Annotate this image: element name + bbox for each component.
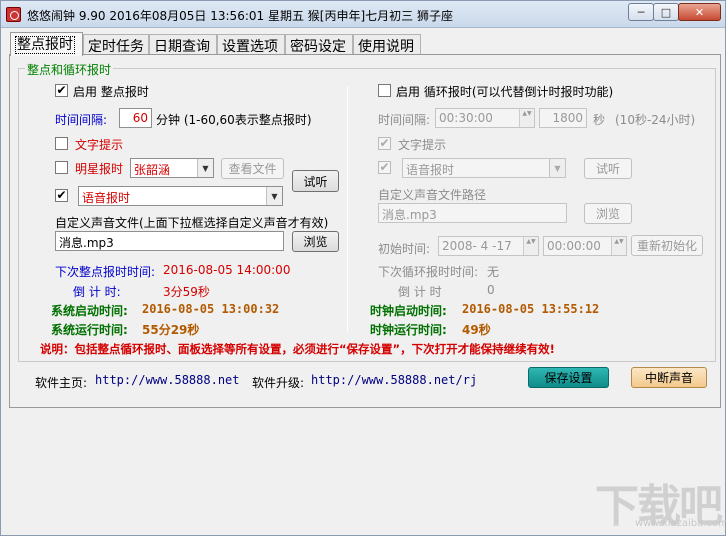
sys-start-value: 2016-08-05 13:00:32 bbox=[142, 302, 280, 316]
clock-run-label: 时钟运行时间: bbox=[370, 323, 447, 337]
chevron-down-icon[interactable]: ▼ bbox=[549, 159, 565, 177]
stop-sound-button[interactable]: 中断声音 bbox=[631, 367, 707, 388]
range-hint: (10秒-24小时) bbox=[615, 113, 696, 127]
browse-button[interactable]: 浏览 bbox=[292, 231, 339, 252]
cycle-listen-button[interactable]: 试听 bbox=[584, 158, 632, 179]
minimize-button[interactable]: ─ bbox=[628, 3, 654, 21]
title-bar[interactable]: 悠悠闹钟 9.90 2016年08月05日 13:56:01 星期五 猴[丙申年… bbox=[1, 1, 725, 28]
watermark-url: www.xiazaiba.com bbox=[635, 518, 726, 529]
text-prompt-checkbox[interactable] bbox=[55, 137, 68, 150]
cycle-custom-file-input[interactable]: 消息.mp3 bbox=[378, 203, 567, 223]
voice-report-checkbox[interactable]: ✔ bbox=[55, 189, 68, 202]
column-divider bbox=[347, 86, 348, 332]
seconds-unit: 秒 bbox=[593, 113, 606, 127]
group-title: 整点和循环报时 bbox=[25, 61, 114, 78]
custom-file-input[interactable]: 消息.mp3 bbox=[55, 231, 284, 251]
sys-start-label: 系统启动时间: bbox=[51, 304, 128, 318]
next-hourly-label: 下次整点报时时间: bbox=[55, 265, 156, 279]
next-hourly-value: 2016-08-05 14:00:00 bbox=[163, 263, 291, 277]
cycle-countdown-label: 倒 计 时 bbox=[398, 285, 442, 299]
star-select[interactable]: 张韶涵 ▼ bbox=[130, 158, 214, 178]
clock-icon bbox=[6, 7, 21, 22]
star-report-checkbox[interactable] bbox=[55, 161, 68, 174]
init-date-input[interactable]: 2008- 4 -17 ▲▼ bbox=[438, 236, 539, 256]
enable-hourly-checkbox[interactable]: ✔ bbox=[55, 84, 68, 97]
upgrade-label: 软件升级: bbox=[252, 376, 305, 390]
tab-password[interactable]: 密码设定 bbox=[285, 34, 353, 55]
voice-select-value: 语音报时 bbox=[82, 191, 131, 205]
custom-file-label: 自定义声音文件(上面下拉框选择自定义声音才有效) bbox=[55, 216, 329, 230]
enable-hourly-label: 启用 整点报时 bbox=[73, 85, 149, 99]
upgrade-link[interactable]: http://www.58888.net/rj bbox=[311, 373, 477, 387]
interval-unit-text: 分钟 (1-60,60表示整点报时) bbox=[156, 113, 312, 127]
cycle-interval-time-input[interactable]: 00:30:00 ▲▼ bbox=[435, 108, 535, 128]
voice-select[interactable]: 语音报时 ▼ bbox=[78, 186, 283, 206]
listen-button[interactable]: 试听 bbox=[292, 170, 339, 192]
cycle-voice-select-value: 语音报时 bbox=[406, 163, 455, 177]
tab-timed-tasks[interactable]: 定时任务 bbox=[83, 34, 149, 55]
maximize-button[interactable]: □ bbox=[653, 3, 679, 21]
cycle-countdown-value: 0 bbox=[487, 283, 495, 297]
close-button[interactable]: ✕ bbox=[678, 3, 721, 21]
cycle-interval-time-value: 00:30:00 bbox=[439, 111, 493, 125]
init-time-label: 初始时间: bbox=[378, 242, 431, 256]
window-title: 悠悠闹钟 9.90 2016年08月05日 13:56:01 星期五 猴[丙申年… bbox=[27, 9, 453, 23]
star-select-value: 张韶涵 bbox=[134, 163, 171, 177]
save-settings-button[interactable]: 保存设置 bbox=[528, 367, 609, 388]
interval-minutes-input[interactable]: 60 bbox=[119, 108, 152, 128]
tab-settings[interactable]: 设置选项 bbox=[217, 34, 285, 55]
chevron-down-icon[interactable]: ▼ bbox=[266, 187, 282, 205]
cycle-browse-button[interactable]: 浏览 bbox=[584, 203, 632, 224]
sys-run-label: 系统运行时间: bbox=[51, 323, 128, 337]
tab-help[interactable]: 使用说明 bbox=[353, 34, 421, 55]
star-report-label: 明星报时 bbox=[75, 162, 124, 176]
cycle-voice-checkbox[interactable]: ✔ bbox=[378, 161, 391, 174]
cycle-text-prompt-checkbox[interactable]: ✔ bbox=[378, 137, 391, 150]
cycle-voice-select[interactable]: 语音报时 ▼ bbox=[402, 158, 566, 178]
notice-text: 说明：包括整点循环报时、面板选择等所有设置，必须进行“保存设置”，下次打开才能保… bbox=[40, 342, 555, 356]
cycle-custom-path-label: 自定义声音文件路径 bbox=[378, 188, 487, 202]
enable-cycle-checkbox[interactable] bbox=[378, 84, 391, 97]
interval-label: 时间间隔: bbox=[55, 113, 108, 127]
countdown-value: 3分59秒 bbox=[163, 285, 210, 299]
text-prompt-label: 文字提示 bbox=[75, 138, 124, 152]
next-cycle-label: 下次循环报时时间: bbox=[378, 265, 479, 279]
chevron-down-icon[interactable]: ▼ bbox=[197, 159, 213, 177]
sys-run-value: 55分29秒 bbox=[142, 323, 200, 337]
spin-arrows-icon[interactable]: ▲▼ bbox=[523, 237, 538, 255]
clock-start-label: 时钟启动时间: bbox=[370, 304, 447, 318]
tab-hourly-label: 整点报时 bbox=[15, 36, 75, 54]
home-label: 软件主页: bbox=[35, 376, 88, 390]
view-file-button[interactable]: 查看文件 bbox=[221, 158, 284, 179]
next-cycle-value: 无 bbox=[487, 265, 500, 279]
clock-start-value: 2016-08-05 13:55:12 bbox=[462, 302, 600, 316]
reinit-button[interactable]: 重新初始化 bbox=[631, 235, 703, 256]
cycle-interval-seconds-input[interactable]: 1800 bbox=[539, 108, 587, 128]
countdown-label: 倒 计 时: bbox=[73, 285, 121, 299]
home-link[interactable]: http://www.58888.net bbox=[95, 373, 240, 387]
tab-date-query[interactable]: 日期查询 bbox=[149, 34, 217, 55]
tab-hourly[interactable]: 整点报时 bbox=[10, 32, 83, 56]
cycle-interval-label: 时间间隔: bbox=[378, 113, 431, 127]
spin-arrows-icon[interactable]: ▲▼ bbox=[519, 109, 534, 127]
init-time-value: 00:00:00 bbox=[547, 239, 601, 253]
enable-cycle-label: 启用 循环报时(可以代替倒计时报时功能) bbox=[396, 85, 614, 99]
init-time-input[interactable]: 00:00:00 ▲▼ bbox=[543, 236, 627, 256]
spin-arrows-icon[interactable]: ▲▼ bbox=[611, 237, 626, 255]
init-date-value: 2008- 4 -17 bbox=[442, 239, 512, 253]
clock-run-value: 49秒 bbox=[462, 323, 491, 337]
cycle-text-prompt-label: 文字提示 bbox=[398, 138, 447, 152]
